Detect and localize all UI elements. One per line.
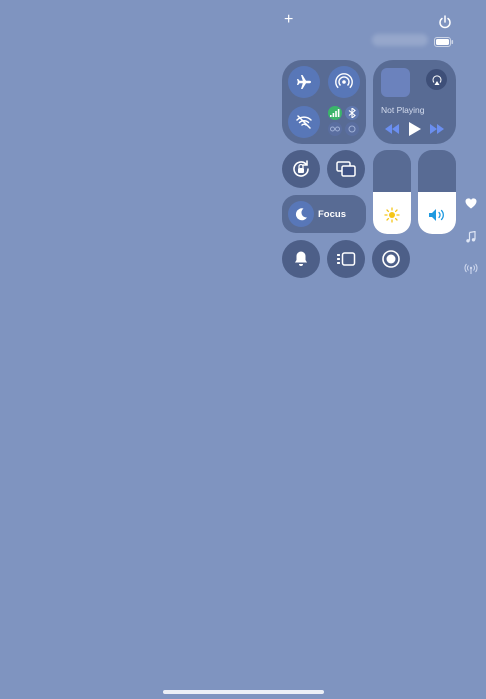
silent-mode-button[interactable]	[282, 240, 320, 278]
status-text-blur	[372, 34, 428, 46]
orientation-lock-button[interactable]	[282, 150, 320, 188]
rewind-icon	[385, 124, 399, 134]
home-indicator[interactable]	[163, 690, 324, 694]
bell-icon	[295, 251, 307, 266]
brightness-slider[interactable]	[373, 150, 411, 234]
bluetooth-button[interactable]	[345, 106, 359, 120]
play-icon	[409, 122, 421, 136]
focus-label: Focus	[318, 209, 346, 220]
personal-hotspot-button[interactable]	[328, 122, 342, 136]
airplay-audio-icon	[432, 74, 441, 85]
wifi-button[interactable]	[288, 106, 320, 138]
vpn-button[interactable]	[345, 122, 359, 136]
airdrop-button[interactable]	[328, 66, 360, 98]
signal-icon[interactable]	[464, 263, 478, 275]
stage-manager-icon	[337, 252, 356, 266]
screen-mirroring-icon	[336, 161, 356, 177]
screen-recording-icon	[382, 250, 400, 268]
moon-icon	[295, 208, 307, 221]
orientation-lock-icon	[293, 160, 309, 177]
power-icon[interactable]	[438, 15, 452, 29]
vpn-icon	[348, 125, 356, 133]
wifi-off-icon	[296, 115, 312, 129]
volume-slider[interactable]	[418, 150, 456, 234]
rewind-button[interactable]	[385, 124, 399, 134]
speaker-icon	[428, 208, 446, 222]
cellular-button[interactable]	[328, 106, 342, 120]
sun-icon	[384, 207, 400, 223]
fast-forward-button[interactable]	[430, 124, 444, 134]
airdrop-icon	[335, 73, 353, 89]
stage-manager-button[interactable]	[327, 240, 365, 278]
bluetooth-icon	[348, 108, 356, 118]
moon-button	[288, 201, 314, 227]
airplane-mode-button[interactable]	[288, 66, 320, 98]
airplane-icon	[297, 75, 311, 89]
now-playing-status: Not Playing	[381, 105, 425, 115]
play-button[interactable]	[409, 122, 421, 136]
battery-icon	[434, 37, 454, 47]
screen-mirroring-button[interactable]	[327, 150, 365, 188]
add-control-button[interactable]: +	[284, 12, 293, 28]
link-icon	[330, 126, 340, 132]
heart-icon[interactable]	[465, 198, 477, 209]
music-note-icon[interactable]	[466, 231, 476, 243]
screen-recording-button[interactable]	[372, 240, 410, 278]
cellular-icon	[330, 109, 340, 117]
fast-forward-icon	[430, 124, 444, 134]
airplay-button[interactable]	[426, 69, 447, 90]
album-art	[381, 68, 410, 97]
